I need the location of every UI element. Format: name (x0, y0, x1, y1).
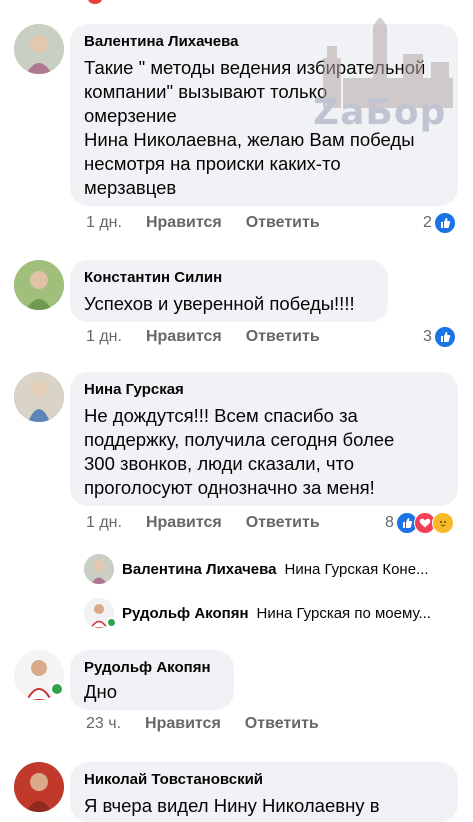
comment-bubble: Нина Гурская Не дождутся!!! Всем спасибо… (70, 372, 458, 506)
person-icon (14, 372, 64, 422)
like-reaction-icon (433, 212, 456, 234)
person-icon (14, 260, 64, 310)
watermark-logo: ZaБор (313, 16, 463, 138)
reaction-summary[interactable]: 8 (385, 512, 454, 534)
online-indicator (50, 682, 64, 696)
comment-actions: 1 дн. Нравится Ответить (86, 214, 320, 232)
avatar-nikolay[interactable] (14, 762, 64, 812)
reply-preview[interactable]: Рудольф Акопян Нина Гурская по моему... (84, 598, 431, 628)
reaction-count: 3 (423, 328, 432, 345)
like-button[interactable]: Нравится (146, 214, 222, 232)
watermark-text: ZaБор (313, 92, 447, 133)
reply-button[interactable]: Ответить (246, 328, 320, 346)
avatar-valentina-small (84, 554, 114, 584)
reaction-summary[interactable]: 3 (423, 326, 456, 348)
reply-author: Рудольф Акопян (122, 604, 249, 622)
reply-button[interactable]: Ответить (246, 514, 320, 532)
comment-author[interactable]: Нина Гурская (84, 380, 444, 400)
reply-text: Нина Гурская по моему... (256, 604, 431, 622)
reply-button[interactable]: Ответить (246, 214, 320, 232)
comment-text: Дно (84, 681, 118, 702)
like-button[interactable]: Нравится (146, 328, 222, 346)
online-indicator (106, 617, 117, 628)
person-icon (84, 554, 114, 584)
comment-time[interactable]: 1 дн. (86, 214, 122, 232)
avatar-konstantin[interactable] (14, 260, 64, 310)
reply-text: Нина Гурская Коне... (284, 560, 429, 578)
comment-author[interactable]: Константин Силин (84, 268, 374, 288)
reply-author: Валентина Лихачева (122, 560, 277, 578)
comment-bubble: Рудольф Акопян Дно (70, 650, 234, 710)
reply-button[interactable]: Ответить (245, 715, 319, 733)
comment-text: Я вчера видел Нину Николаевну в (84, 795, 380, 816)
like-button[interactable]: Нравится (145, 715, 221, 733)
comment-author[interactable]: Рудольф Акопян (84, 658, 220, 678)
top-notification-dot (88, 0, 102, 4)
care-reaction-icon (431, 512, 454, 534)
comment-author[interactable]: Николай Товстановский (84, 770, 444, 790)
comment-actions: 1 дн. Нравится Ответить (86, 328, 320, 346)
comment-text: Успехов и уверенной победы!!!! (84, 293, 355, 314)
reaction-count: 2 (423, 214, 432, 231)
comment-time[interactable]: 1 дн. (86, 514, 122, 532)
comment-actions: 1 дн. Нравится Ответить (86, 514, 320, 532)
person-icon (14, 24, 64, 74)
reaction-summary[interactable]: 2 (423, 212, 456, 234)
comment-bubble: Константин Силин Успехов и уверенной поб… (70, 260, 388, 322)
like-reaction-icon (433, 326, 456, 348)
avatar-valentina[interactable] (14, 24, 64, 74)
comment-time[interactable]: 1 дн. (86, 328, 122, 346)
reply-preview[interactable]: Валентина Лихачева Нина Гурская Коне... (84, 554, 429, 584)
comment-time[interactable]: 23 ч. (86, 715, 121, 733)
comment-text: Не дождутся!!! Всем спасибо за поддержку… (84, 405, 395, 498)
reaction-count: 8 (385, 514, 394, 531)
comment-bubble: Николай Товстановский Я вчера видел Нину… (70, 762, 458, 822)
person-icon (14, 762, 64, 812)
like-button[interactable]: Нравится (146, 514, 222, 532)
comment-actions: 23 ч. Нравится Ответить (86, 715, 319, 733)
avatar-nina[interactable] (14, 372, 64, 422)
